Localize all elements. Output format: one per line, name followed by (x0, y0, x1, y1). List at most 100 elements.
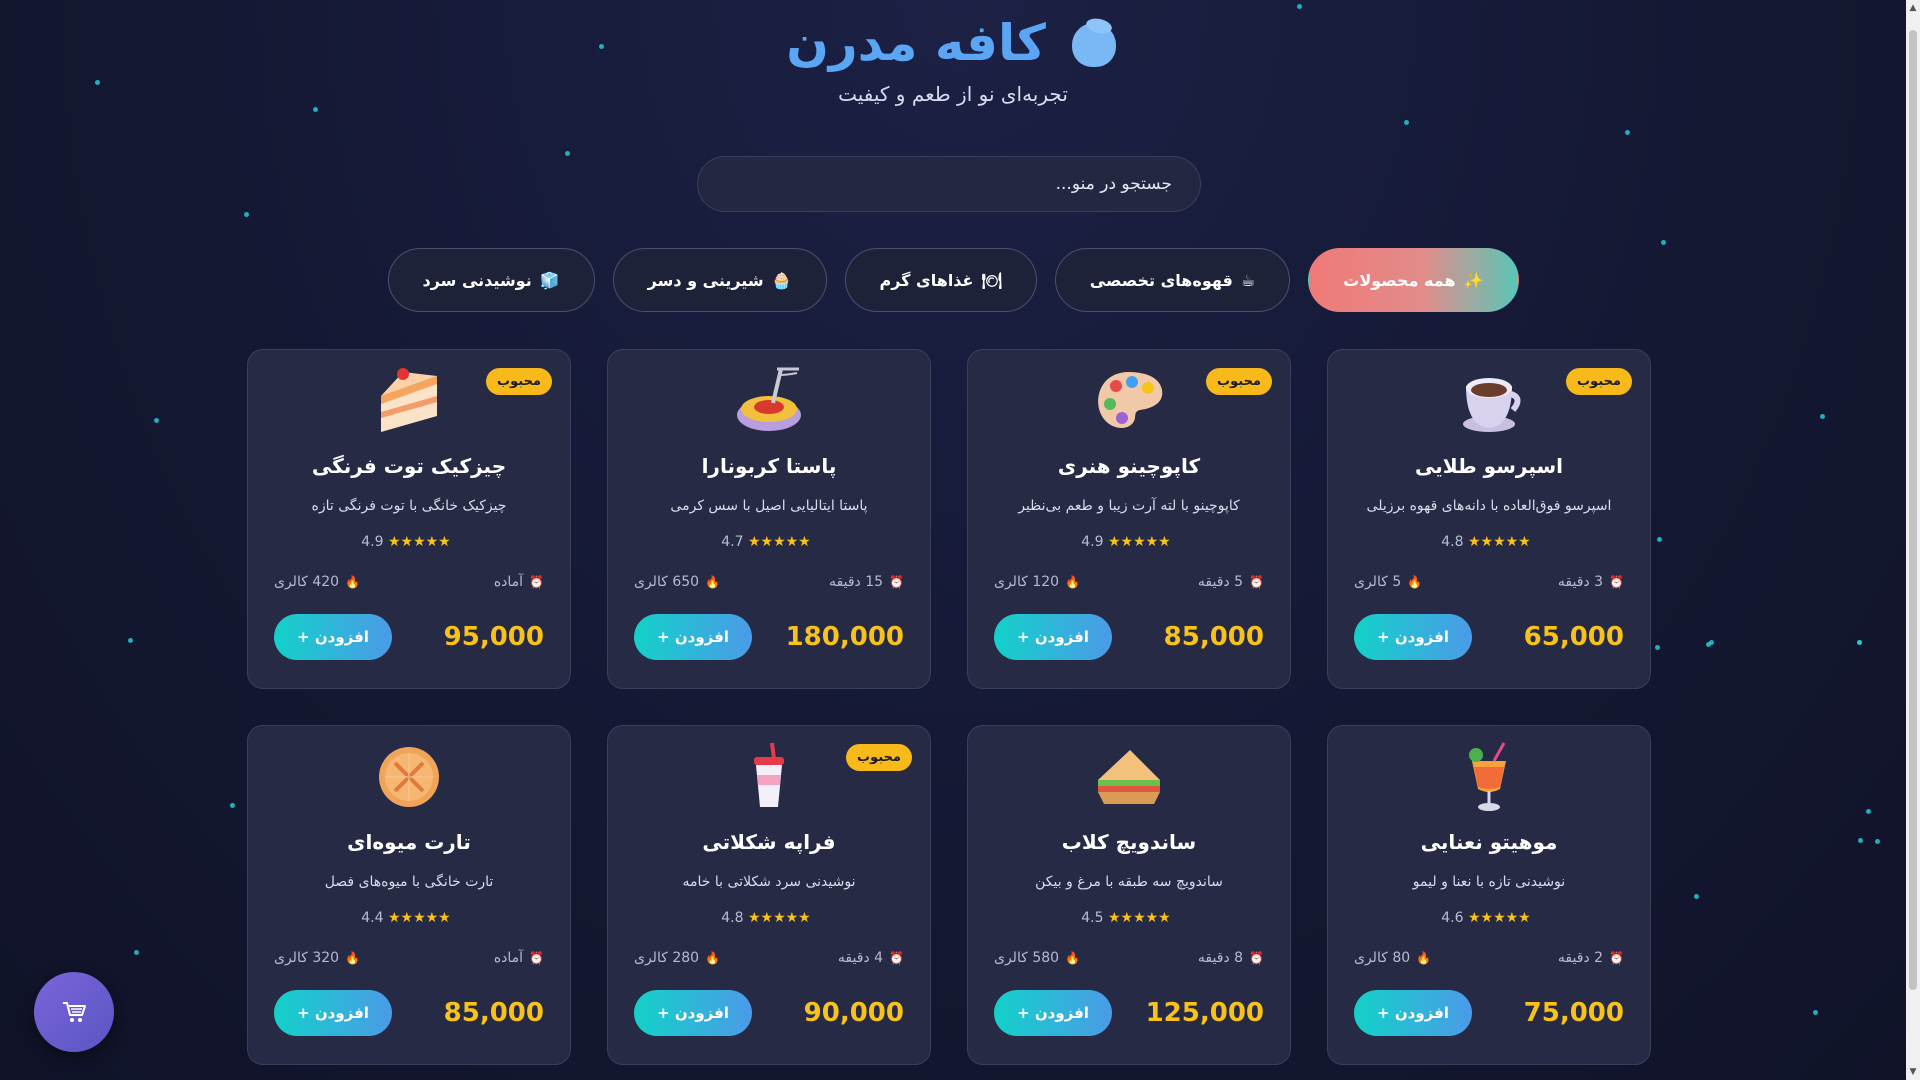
add-to-cart-button[interactable]: افزودن + (1354, 990, 1472, 1036)
particle-dot (1857, 640, 1862, 645)
sandwich-icon (968, 742, 1290, 812)
add-to-cart-button[interactable]: افزودن + (994, 614, 1112, 660)
pie-icon (248, 742, 570, 812)
product-description: نوشیدنی تازه با نعنا و لیمو (1412, 874, 1566, 890)
clock-icon: ⏰ (529, 575, 544, 589)
spaghetti-icon (608, 366, 930, 436)
scrollbar-thumb[interactable] (1909, 30, 1917, 990)
add-to-cart-button[interactable]: افزودن + (634, 990, 752, 1036)
scroll-up-arrow[interactable]: ▲ (1906, 0, 1920, 16)
product-card[interactable]: محبوب کاپوچینو هنری کاپوچینو با لته آرت … (967, 349, 1291, 689)
particle-dot (1820, 414, 1825, 419)
prep-time-value: 15 دقیقه (829, 574, 884, 590)
prep-time-value: 8 دقیقه (1197, 950, 1244, 966)
tab-label: همه محصولات (1343, 270, 1456, 290)
star-rating-icon: ★★★★★ (387, 534, 451, 550)
rating-value: 4.4 (361, 910, 384, 926)
product-card[interactable]: تارت میوه‌ای تارت خانگی با میوه‌های فصل … (247, 725, 571, 1065)
product-price: 85,000 (443, 998, 544, 1028)
particle-dot (230, 803, 235, 808)
product-description: پاستا ایتالیایی اصیل با سس کرمی (670, 498, 868, 514)
fire-icon: 🔥 (1065, 951, 1081, 965)
rating-value: 4.8 (1441, 534, 1464, 550)
product-name: اسپرسو طلایی (1414, 454, 1564, 478)
calories-value: 5 کالری (1354, 574, 1402, 590)
product-card[interactable]: موهیتو نعنایی نوشیدنی تازه با نعنا و لیم… (1327, 725, 1651, 1065)
tab-hot-food[interactable]: 🍽 غذاهای گرم (844, 248, 1037, 312)
coffee-icon (1068, 16, 1120, 67)
fire-icon: 🔥 (1407, 575, 1423, 589)
prep-time-value: آماده (493, 950, 524, 966)
prep-time: ⏰ 2 دقیقه (1558, 950, 1624, 966)
product-price: 180,000 (785, 622, 904, 652)
category-tabs: ✨ همه محصولات ☕ قهوه‌های تخصصی 🍽 غذاهای … (0, 248, 1906, 312)
product-card[interactable]: محبوب فراپه شکلاتی نوشیدنی سرد شکلاتی با… (607, 725, 931, 1065)
scrollbar[interactable]: ▲ ▼ (1906, 0, 1920, 1080)
cake-slice-icon (248, 366, 570, 436)
product-price: 125,000 (1145, 998, 1264, 1028)
rating-value: 4.7 (721, 534, 744, 550)
calories-value: 120 کالری (994, 574, 1060, 590)
add-to-cart-button[interactable]: افزودن + (994, 990, 1112, 1036)
add-to-cart-button[interactable]: افزودن + (274, 990, 392, 1036)
product-rating: ★★★★★ 4.7 (608, 534, 930, 550)
ice-cube-icon: 🧊 (539, 270, 560, 290)
rating-value: 4.5 (1081, 910, 1104, 926)
tab-all-products[interactable]: ✨ همه محصولات (1308, 248, 1519, 312)
product-rating: ★★★★★ 4.9 (968, 534, 1290, 550)
product-description: کاپوچینو با لته آرت زیبا و طعم بی‌نظیر (1018, 498, 1240, 514)
calories-value: 420 کالری (274, 574, 340, 590)
coffee-icon: ☕ (1240, 270, 1256, 290)
fire-icon: 🔥 (345, 575, 361, 589)
particle-dot (1297, 4, 1302, 9)
calories: 🔥 420 کالری (274, 574, 360, 590)
product-name: پاستا کربونارا (701, 454, 837, 478)
product-meta: ⏰ آماده 🔥 320 کالری (274, 950, 544, 966)
product-card[interactable]: محبوب چیزکیک توت فرنگی چیزکیک خانگی با ت… (247, 349, 571, 689)
tab-desserts[interactable]: 🧁 شیرینی و دسر (612, 248, 827, 312)
particle-dot (128, 638, 133, 643)
star-rating-icon: ★★★★★ (747, 534, 811, 550)
calories: 🔥 650 کالری (634, 574, 720, 590)
star-rating-icon: ★★★★★ (1467, 534, 1531, 550)
product-card[interactable]: ساندویچ کلاب ساندویچ سه طبقه با مرغ و بی… (967, 725, 1291, 1065)
product-description: ساندویچ سه طبقه با مرغ و بیکن (1035, 874, 1223, 890)
prep-time-value: 5 دقیقه (1197, 574, 1244, 590)
art-palette-icon (968, 366, 1290, 436)
particle-dot (1875, 839, 1880, 844)
particle-dot (1813, 1010, 1818, 1015)
fire-icon: 🔥 (705, 575, 721, 589)
tab-cold-drinks[interactable]: 🧊 نوشیدنی سرد (387, 248, 595, 312)
prep-time: ⏰ آماده (494, 574, 544, 590)
particle-dot (565, 151, 570, 156)
product-card[interactable]: محبوب اسپرسو طلایی اسپرسو فوق‌العاده با … (1327, 349, 1651, 689)
product-meta: ⏰ 4 دقیقه 🔥 280 کالری (634, 950, 904, 966)
clock-icon: ⏰ (529, 951, 544, 965)
rating-value: 4.8 (721, 910, 744, 926)
cart-button[interactable] (34, 972, 114, 1052)
product-name: کاپوچینو هنری (1057, 454, 1201, 478)
fire-icon: 🔥 (345, 951, 361, 965)
add-to-cart-button[interactable]: افزودن + (274, 614, 392, 660)
scroll-down-arrow[interactable]: ▼ (1906, 1064, 1920, 1080)
prep-time-value: آماده (493, 574, 524, 590)
product-rating: ★★★★★ 4.6 (1328, 910, 1650, 926)
product-name: موهیتو نعنایی (1420, 830, 1558, 854)
plate-icon: 🍽 (981, 270, 1002, 290)
product-rating: ★★★★★ 4.5 (968, 910, 1290, 926)
rating-value: 4.6 (1441, 910, 1464, 926)
fire-icon: 🔥 (705, 951, 721, 965)
star-rating-icon: ★★★★★ (1467, 910, 1531, 926)
fire-icon: 🔥 (1416, 951, 1432, 965)
tab-specialty-coffee[interactable]: ☕ قهوه‌های تخصصی (1054, 248, 1291, 312)
add-to-cart-button[interactable]: افزودن + (1354, 614, 1472, 660)
product-card[interactable]: پاستا کربونارا پاستا ایتالیایی اصیل با س… (607, 349, 931, 689)
add-to-cart-button[interactable]: افزودن + (634, 614, 752, 660)
prep-time: ⏰ 15 دقیقه (829, 574, 904, 590)
calories: 🔥 120 کالری (994, 574, 1080, 590)
page-subtitle: تجربه‌ای نو از طعم و کیفیت (838, 82, 1068, 106)
search-input[interactable] (697, 156, 1201, 212)
product-description: چیزکیک خانگی با توت فرنگی تازه (311, 498, 507, 514)
product-meta: ⏰ 8 دقیقه 🔥 580 کالری (994, 950, 1264, 966)
product-meta: ⏰ 3 دقیقه 🔥 5 کالری (1354, 574, 1624, 590)
